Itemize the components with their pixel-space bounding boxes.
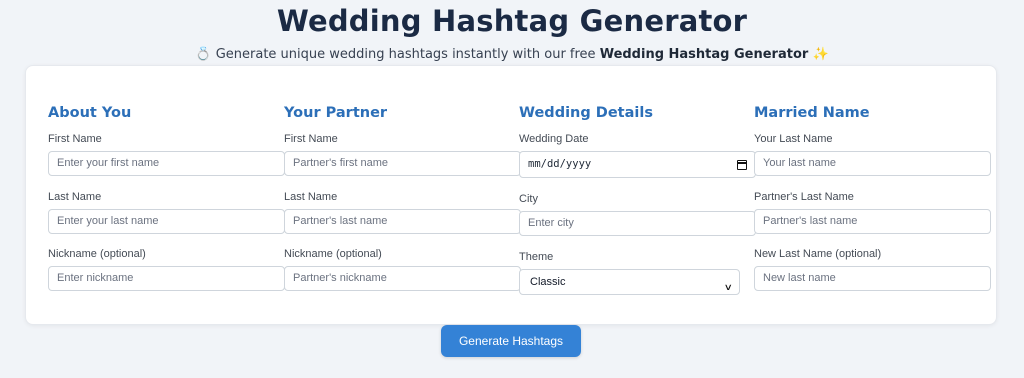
nickname-input[interactable]: Enter nickname (48, 266, 285, 291)
new-last-name-input[interactable]: New last name (754, 266, 991, 291)
partner-last-name-input[interactable]: Partner's last name (284, 209, 521, 234)
city-label: City (519, 193, 538, 205)
chevron-down-icon: ∨ (724, 282, 734, 292)
your-last-name-input[interactable]: Your last name (754, 151, 991, 176)
last-name-input[interactable]: Enter your last name (48, 209, 285, 234)
nickname-label: Nickname (optional) (48, 248, 146, 260)
form-card: About You First Name Enter your first na… (25, 65, 997, 325)
first-name-label: First Name (48, 133, 102, 145)
page-title: Wedding Hashtag Generator (276, 4, 748, 38)
wedding-date-value: mm/dd/yyyy (528, 158, 592, 170)
about-you-heading: About You (48, 105, 132, 121)
subtitle-strong: Wedding Hashtag Generator (599, 47, 809, 62)
partner-heading: Your Partner (284, 105, 388, 121)
theme-select-value: Classic (530, 276, 566, 288)
first-name-input[interactable]: Enter your first name (48, 151, 285, 176)
partner-first-name-label: First Name (284, 133, 338, 145)
married-name-heading: Married Name (754, 105, 870, 121)
partner-first-name-input[interactable]: Partner's first name (284, 151, 521, 176)
your-last-name-label: Your Last Name (754, 133, 833, 145)
partner-last-name-married-label: Partner's Last Name (754, 191, 854, 203)
partner-nickname-label: Nickname (optional) (284, 248, 382, 260)
last-name-label: Last Name (48, 191, 102, 203)
page-subtitle: 💍 Generate unique wedding hashtags insta… (0, 47, 1024, 62)
theme-select[interactable]: Classic ∨ (519, 269, 740, 295)
partner-last-name-married-input[interactable]: Partner's last name (754, 209, 991, 234)
wedding-date-input[interactable]: mm/dd/yyyy (519, 151, 756, 178)
wedding-date-label: Wedding Date (519, 133, 589, 145)
city-input[interactable]: Enter city (519, 211, 756, 236)
partner-nickname-input[interactable]: Partner's nickname (284, 266, 521, 291)
calendar-icon[interactable] (737, 160, 747, 170)
new-last-name-label: New Last Name (optional) (754, 248, 882, 260)
partner-last-name-label: Last Name (284, 191, 338, 203)
generate-hashtags-button[interactable]: Generate Hashtags (441, 325, 581, 357)
theme-label: Theme (519, 251, 554, 263)
ring-icon: 💍 (195, 47, 212, 62)
wedding-details-heading: Wedding Details (519, 105, 653, 121)
subtitle-text: Generate unique wedding hashtags instant… (215, 47, 596, 62)
sparkles-icon: ✨ (812, 47, 829, 62)
